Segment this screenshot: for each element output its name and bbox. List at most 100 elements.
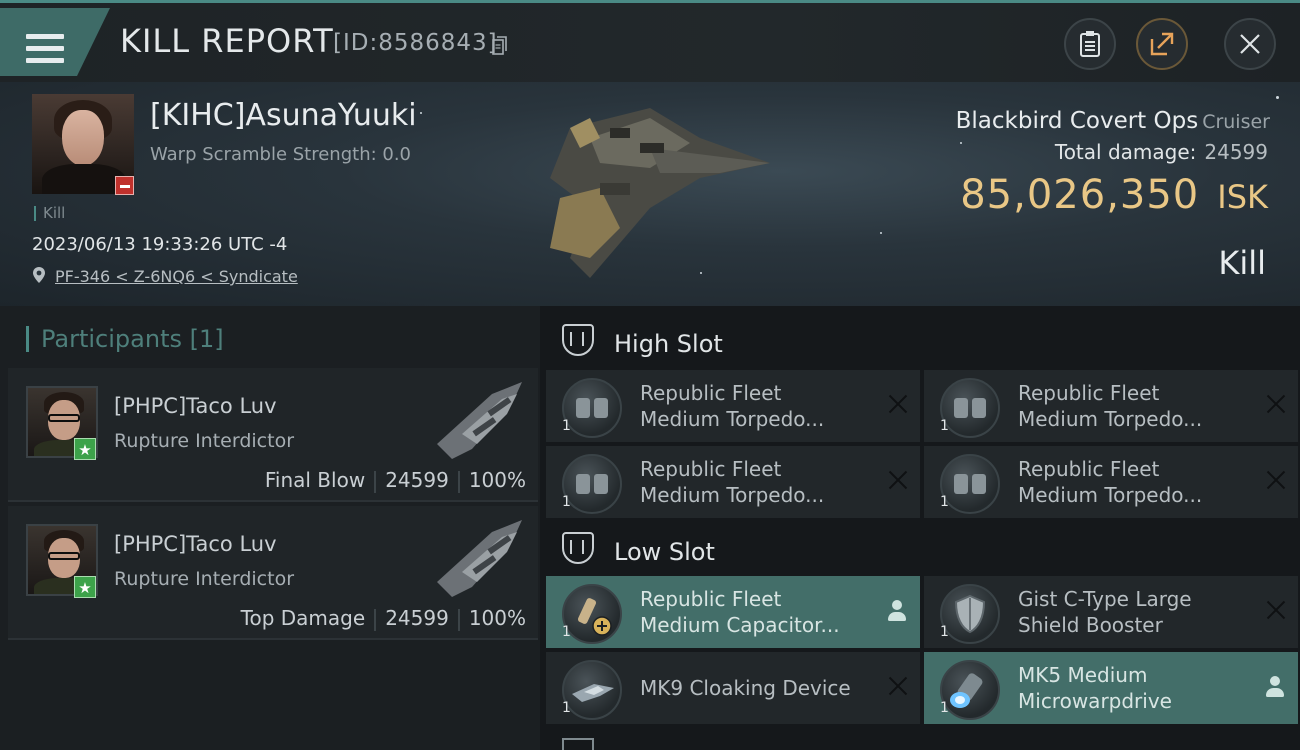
ship-name[interactable]: Blackbird Covert Ops xyxy=(956,108,1199,134)
fitted-item[interactable]: 1 Republic Fleet Medium Torpedo... xyxy=(924,446,1298,518)
participant-name[interactable]: [PHPC]Taco Luv xyxy=(114,394,277,418)
item-name: Republic Fleet Medium Torpedo... xyxy=(640,381,825,431)
location-link[interactable]: PF-346 < Z-6NQ6 < Syndicate xyxy=(55,267,298,286)
person-icon[interactable] xyxy=(1266,676,1284,698)
page-title: KILL REPORT xyxy=(120,22,334,60)
item-quantity: 1 xyxy=(940,418,949,434)
item-quantity: 1 xyxy=(940,494,949,510)
participant-card[interactable]: ★ [PHPC]Taco Luv Rupture Interdictor Fin… xyxy=(8,368,538,502)
fitting-panel: High Slot 1 Republic Fleet Medium Torpedo… xyxy=(540,306,1300,750)
clipboard-icon xyxy=(1080,31,1100,57)
item-name: Republic Fleet Medium Capacitor... xyxy=(640,587,840,637)
slot-icon xyxy=(562,738,594,750)
fitted-item[interactable]: 1 Republic Fleet Medium Torpedo... xyxy=(546,446,920,518)
ship-class: Cruiser xyxy=(1202,111,1270,133)
location-pin-icon xyxy=(33,267,45,283)
participant-stats: Top Damage 24599 100% xyxy=(241,606,526,631)
torpedo-launcher-icon xyxy=(562,378,622,438)
participants-title: Participants [1] xyxy=(26,326,224,352)
kill-datetime: 2023/06/13 19:33:26 UTC -4 xyxy=(32,234,288,255)
slot-icon xyxy=(562,532,594,564)
item-name: Republic Fleet Medium Torpedo... xyxy=(640,457,825,507)
item-name: Gist C-Type Large Shield Booster xyxy=(1018,587,1192,637)
result-label: Kill xyxy=(1218,244,1266,282)
ship-name-line: Blackbird Covert Ops Cruiser xyxy=(956,108,1270,134)
shield-booster-icon xyxy=(940,584,1000,644)
item-quantity: 1 xyxy=(562,418,571,434)
item-quantity: 1 xyxy=(940,700,949,716)
victim-name[interactable]: [KIHC]AsunaYuuki xyxy=(150,98,417,133)
menu-icon xyxy=(26,34,64,64)
participant-name[interactable]: [PHPC]Taco Luv xyxy=(114,532,277,556)
total-damage-label: Total damage: xyxy=(1054,140,1197,164)
header-bar: KILL REPORT [ID:8586843] xyxy=(0,0,1300,82)
copy-icon[interactable] xyxy=(492,36,508,56)
item-name: MK5 Medium Microwarpdrive xyxy=(1018,663,1172,713)
kill-tag: Kill xyxy=(34,206,65,221)
fitted-item[interactable]: 1 Gist C-Type Large Shield Booster xyxy=(924,576,1298,648)
share-button[interactable] xyxy=(1136,18,1188,70)
close-icon xyxy=(1240,34,1260,54)
participant-role: Top Damage xyxy=(240,606,366,630)
participant-damage: 24599 xyxy=(385,606,449,630)
header-accent-line xyxy=(0,0,1300,3)
participant-stats: Final Blow 24599 100% xyxy=(265,468,526,493)
item-quantity: 1 xyxy=(562,700,571,716)
fitted-item[interactable]: 1 Republic Fleet Medium Capacitor... xyxy=(546,576,920,648)
isk-value: 85,026,350 xyxy=(960,172,1200,218)
item-name: Republic Fleet Medium Torpedo... xyxy=(1018,457,1203,507)
low-slot-label: Low Slot xyxy=(614,538,715,566)
item-quantity: 1 xyxy=(562,624,571,640)
remove-icon[interactable] xyxy=(1266,600,1286,620)
participant-percent: 100% xyxy=(468,606,526,630)
total-damage-value: 24599 xyxy=(1204,140,1268,164)
remove-icon[interactable] xyxy=(888,394,908,414)
item-quantity: 1 xyxy=(940,624,949,640)
microwarpdrive-icon xyxy=(940,660,1000,720)
torpedo-launcher-icon xyxy=(940,454,1000,514)
person-icon[interactable] xyxy=(888,600,906,622)
slot-icon xyxy=(562,324,594,356)
fitted-item[interactable]: 1 Republic Fleet Medium Torpedo... xyxy=(546,370,920,442)
torpedo-launcher-icon xyxy=(562,454,622,514)
high-slot-label: High Slot xyxy=(614,330,723,358)
remove-icon[interactable] xyxy=(1266,394,1286,414)
star-icon: ★ xyxy=(74,576,96,598)
total-damage-row: Total damage: 24599 xyxy=(1055,140,1268,164)
remove-icon[interactable] xyxy=(1266,470,1286,490)
item-name: Republic Fleet Medium Torpedo... xyxy=(1018,381,1203,431)
close-button[interactable] xyxy=(1224,18,1276,70)
participant-card[interactable]: ★ [PHPC]Taco Luv Rupture Interdictor Top… xyxy=(8,506,538,640)
participant-percent: 100% xyxy=(468,468,526,492)
share-icon xyxy=(1150,32,1174,56)
clipboard-button[interactable] xyxy=(1064,18,1116,70)
capacitor-icon xyxy=(562,584,622,644)
participant-ship: Rupture Interdictor xyxy=(114,430,294,452)
remove-icon[interactable] xyxy=(888,470,908,490)
victim-summary: [KIHC]AsunaYuuki Warp Scramble Strength:… xyxy=(0,82,1300,306)
menu-button[interactable] xyxy=(0,8,110,76)
low-slot-header: Low Slot xyxy=(540,518,1300,578)
loss-badge xyxy=(115,176,134,195)
torpedo-launcher-icon xyxy=(940,378,1000,438)
fitted-item[interactable]: 1 MK9 Cloaking Device xyxy=(546,652,920,724)
cloaking-device-icon xyxy=(562,660,622,720)
participant-role: Final Blow xyxy=(264,468,366,492)
item-quantity: 1 xyxy=(562,494,571,510)
item-name: MK9 Cloaking Device xyxy=(640,676,851,700)
participant-ship-image xyxy=(437,520,522,597)
report-id: [ID:8586843] xyxy=(333,30,498,56)
fitted-item[interactable]: 1 Republic Fleet Medium Torpedo... xyxy=(924,370,1298,442)
participant-ship-image xyxy=(437,382,522,459)
fitted-item[interactable]: 1 MK5 Medium Microwarpdrive xyxy=(924,652,1298,724)
participant-ship: Rupture Interdictor xyxy=(114,568,294,590)
isk-unit: ISK xyxy=(1217,178,1268,216)
warp-scramble-strength: Warp Scramble Strength: 0.0 xyxy=(150,144,412,165)
participant-damage: 24599 xyxy=(385,468,449,492)
participants-panel: Participants [1] ★ [PHPC]Taco Luv Ruptur… xyxy=(0,306,540,750)
star-icon: ★ xyxy=(74,438,96,460)
isk-value-row: 85,026,350 ISK xyxy=(960,172,1268,218)
high-slot-header: High Slot xyxy=(540,310,1300,370)
ship-image xyxy=(550,108,770,278)
remove-icon[interactable] xyxy=(888,676,908,696)
